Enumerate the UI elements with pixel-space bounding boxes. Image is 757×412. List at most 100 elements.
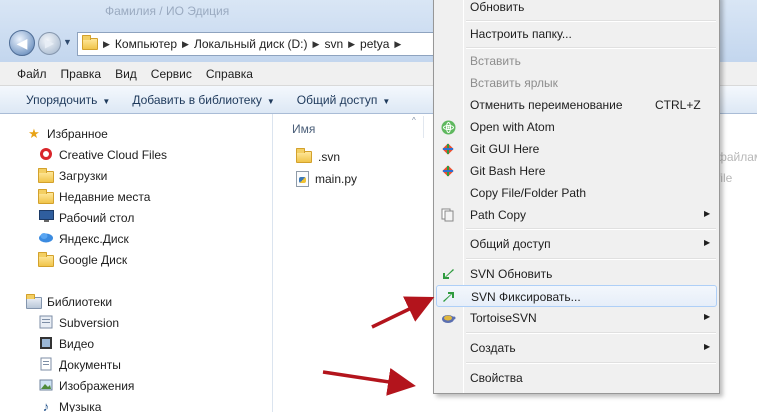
music-library-icon: ♪ — [42, 399, 50, 412]
nav-item-label: Creative Cloud Files — [59, 148, 168, 162]
submenu-arrow-icon: ▶ — [704, 209, 711, 218]
share-button[interactable]: Общий доступ ▼ — [297, 93, 391, 107]
file-row-svn[interactable]: .svn — [296, 148, 340, 164]
nav-favorites[interactable]: ★ Избранное — [26, 126, 108, 142]
menu-item-paste[interactable]: Вставить — [436, 50, 717, 72]
menu-separator — [466, 20, 716, 22]
back-button[interactable]: ◀ — [9, 30, 35, 56]
menu-item-paste-shortcut[interactable]: Вставить ярлык — [436, 72, 717, 94]
breadcrumb-drive[interactable]: Локальный диск (D:) — [194, 37, 308, 51]
nav-item-label: Музыка — [59, 400, 102, 412]
menu-item-label: Open with Atom — [470, 120, 555, 134]
menu-item-label: Вставить ярлык — [470, 76, 558, 90]
submenu-arrow-icon: ▶ — [704, 312, 711, 321]
menu-item-label: TortoiseSVN — [470, 311, 537, 325]
column-name-label[interactable]: Имя — [292, 122, 315, 136]
nav-item-downloads[interactable]: Загрузки — [38, 167, 107, 184]
nav-item-creative-cloud[interactable]: Creative Cloud Files — [38, 147, 167, 163]
svn-commit-icon — [441, 289, 457, 305]
menu-item-git-bash[interactable]: Git Bash Here — [436, 160, 717, 182]
menu-item-label: Git Bash Here — [470, 164, 546, 178]
nav-item-music[interactable]: ♪ Музыка — [38, 399, 102, 412]
yandex-disk-icon — [38, 231, 54, 247]
breadcrumb-computer[interactable]: Компьютер — [115, 37, 177, 51]
nav-item-label: Subversion — [59, 316, 120, 330]
submenu-arrow-icon: ▶ — [704, 238, 711, 247]
nav-item-subversion[interactable]: Subversion — [38, 315, 119, 331]
nav-item-label: Google Диск — [59, 253, 128, 267]
menu-separator — [466, 362, 716, 364]
menu-item-label: Copy File/Folder Path — [470, 186, 587, 200]
window-title: Фамилия / ИО Эдиция — [105, 4, 230, 18]
python-file-icon — [296, 171, 309, 187]
menu-item-path-copy[interactable]: Path Copy ▶ — [436, 204, 717, 226]
menu-view[interactable]: Вид — [115, 67, 137, 81]
path-copy-icon — [440, 207, 456, 223]
menu-edit[interactable]: Правка — [61, 67, 102, 81]
nav-item-label: Рабочий стол — [59, 211, 135, 225]
menu-item-shortcut: CTRL+Z — [655, 98, 701, 112]
address-bar[interactable]: ▶ Компьютер ▶ Локальный диск (D:) ▶ svn … — [77, 32, 442, 56]
menu-separator — [466, 228, 716, 230]
menu-item-open-with-atom[interactable]: Open with Atom — [436, 116, 717, 138]
file-name: main.py — [315, 172, 358, 186]
nav-item-pictures[interactable]: Изображения — [38, 378, 134, 394]
annotation-arrow-commit — [371, 296, 435, 329]
dropdown-arrow-icon: ▼ — [266, 96, 275, 106]
menu-item-share[interactable]: Общий доступ ▶ — [436, 233, 717, 255]
menu-tools[interactable]: Сервис — [151, 67, 192, 81]
menu-item-svn-update[interactable]: SVN Обновить — [436, 263, 717, 285]
menu-item-git-gui[interactable]: Git GUI Here — [436, 138, 717, 160]
column-divider[interactable] — [423, 116, 424, 138]
nav-libraries-label: Библиотеки — [47, 295, 113, 309]
nav-item-yandex-disk[interactable]: Яндекс.Диск — [38, 231, 129, 247]
desktop-icon — [38, 210, 54, 226]
creative-cloud-icon — [38, 147, 54, 163]
breadcrumb-svn[interactable]: svn — [324, 37, 343, 51]
nav-item-label: Недавние места — [59, 190, 151, 204]
breadcrumb-petya[interactable]: petya — [360, 37, 389, 51]
svn-update-icon — [440, 266, 456, 282]
background-text: файлам — [717, 150, 757, 164]
crumb-separator-icon: ▶ — [103, 38, 110, 49]
organize-button[interactable]: Упорядочить ▼ — [26, 93, 110, 107]
libraries-icon — [26, 293, 42, 310]
menu-item-tortoisesvn[interactable]: TortoiseSVN ▶ — [436, 307, 717, 329]
menu-item-properties[interactable]: Свойства — [436, 367, 717, 389]
menu-item-new[interactable]: Создать ▶ — [436, 337, 717, 359]
nav-item-documents[interactable]: Документы — [38, 357, 121, 373]
nav-item-google-drive[interactable]: Google Диск — [38, 251, 128, 268]
forward-button[interactable]: ▶ — [38, 32, 61, 55]
menu-help[interactable]: Справка — [206, 67, 253, 81]
menu-item-customize-folder[interactable]: Настроить папку... — [436, 23, 717, 45]
menu-item-label: Отменить переименование — [470, 98, 623, 112]
menu-file[interactable]: Файл — [17, 67, 47, 81]
nav-libraries[interactable]: Библиотеки — [26, 293, 113, 310]
git-icon — [440, 163, 456, 179]
dropdown-arrow-icon: ▼ — [382, 96, 391, 106]
nav-item-video[interactable]: Видео — [38, 336, 94, 352]
git-icon — [440, 141, 456, 157]
nav-item-desktop[interactable]: Рабочий стол — [38, 210, 134, 226]
menu-item-label: SVN Фиксировать... — [471, 290, 581, 304]
nav-item-recent[interactable]: Недавние места — [38, 188, 151, 205]
nav-item-label: Документы — [59, 358, 121, 372]
menu-item-undo-rename[interactable]: Отменить переименование CTRL+Z — [436, 94, 717, 116]
menu-item-label: Создать — [470, 341, 516, 355]
atom-icon — [440, 119, 456, 135]
crumb-separator-icon: ▶ — [182, 38, 189, 49]
folder-icon — [296, 148, 312, 163]
menu-item-label: Обновить — [470, 0, 525, 14]
history-dropdown-icon[interactable]: ▼ — [63, 37, 72, 47]
add-to-library-button[interactable]: Добавить в библиотеку ▼ — [132, 93, 274, 107]
submenu-arrow-icon: ▶ — [704, 342, 711, 351]
recent-places-icon — [38, 188, 54, 205]
nav-item-label: Видео — [59, 337, 95, 351]
tortoise-icon — [440, 310, 456, 326]
file-row-main-py[interactable]: main.py — [296, 171, 357, 187]
menu-item-svn-commit[interactable]: SVN Фиксировать... — [436, 285, 717, 307]
menu-item-refresh[interactable]: Обновить — [436, 0, 717, 18]
menu-item-label: Вставить — [470, 54, 521, 68]
menu-item-label: Общий доступ — [470, 237, 551, 251]
menu-item-copy-path[interactable]: Copy File/Folder Path — [436, 182, 717, 204]
